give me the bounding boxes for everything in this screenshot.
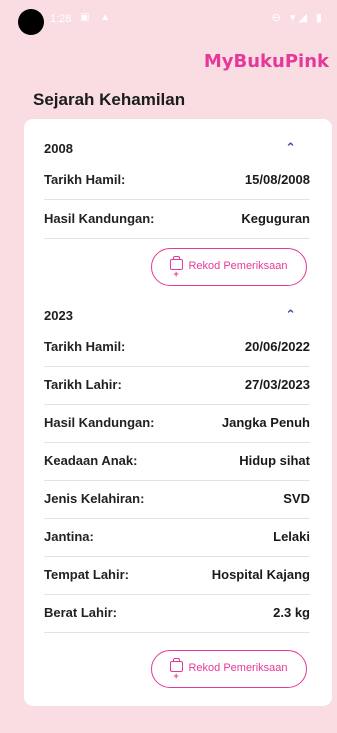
calendar-add-icon: [170, 256, 184, 292]
record-year: 2008: [44, 141, 73, 156]
field-label: Hasil Kandungan:: [44, 415, 155, 430]
field-value: 15/08/2008: [244, 172, 310, 187]
field-label: Keadaan Anak:: [44, 453, 138, 468]
field-label: Hasil Kandungan:: [44, 211, 155, 226]
field-row: Tempat Lahir: Hospital Kajang: [44, 556, 310, 595]
status-bar: 1:28 ▣ ▲ ⊖ ▾◢ ▮: [0, 0, 337, 40]
field-value: Hidup sihat: [239, 453, 310, 468]
field-value: 2.3 kg: [273, 605, 310, 620]
field-label: Berat Lahir:: [44, 605, 117, 620]
notification-icons: ▣ ▲: [80, 12, 115, 23]
field-row: Hasil Kandungan: Keguguran: [44, 200, 310, 239]
field-row: Keadaan Anak: Hidup sihat: [44, 442, 310, 481]
field-value: Hospital Kajang: [211, 567, 310, 582]
field-row: Berat Lahir: 2.3 kg: [44, 594, 310, 633]
rekod-pemeriksaan-button-2023[interactable]: Rekod Pemeriksaan: [151, 650, 307, 694]
field-label: Tarikh Hamil:: [44, 339, 126, 354]
page-title: Sejarah Kehamilan: [33, 90, 186, 109]
record-header-2023[interactable]: 2023 ⌃: [44, 308, 310, 328]
status-time: 1:28: [50, 13, 72, 25]
record-year: 2023: [44, 308, 73, 323]
field-value: 20/06/2022: [244, 339, 310, 354]
camera-cutout: [18, 9, 44, 35]
chevron-up-icon[interactable]: ⌃: [285, 308, 296, 323]
field-label: Tempat Lahir:: [44, 567, 129, 582]
rekod-pemeriksaan-button-2008[interactable]: Rekod Pemeriksaan: [151, 248, 307, 292]
field-row: Jantina: Lelaki: [44, 518, 310, 557]
field-row: Tarikh Hamil: 15/08/2008: [44, 161, 310, 200]
field-value: 27/03/2023: [244, 377, 310, 392]
field-row: Tarikh Lahir: 27/03/2023: [44, 366, 310, 405]
record-header-2008[interactable]: 2008 ⌃: [44, 141, 310, 161]
field-label: Tarikh Lahir:: [44, 377, 122, 392]
field-value: Jangka Penuh: [221, 415, 310, 430]
app-brand-logo: MyBukuPink: [203, 51, 329, 72]
field-label: Jantina:: [44, 529, 94, 544]
button-label: Rekod Pemeriksaan: [188, 260, 288, 272]
field-value: Keguguran: [241, 211, 310, 226]
button-label: Rekod Pemeriksaan: [188, 662, 288, 674]
system-status-icons: ⊖ ▾◢ ▮: [271, 12, 325, 24]
field-label: Tarikh Hamil:: [44, 172, 126, 187]
calendar-add-icon: [170, 658, 184, 694]
field-row: Tarikh Hamil: 20/06/2022: [44, 328, 310, 367]
history-card: 2008 ⌃ Tarikh Hamil: 15/08/2008 Hasil Ka…: [24, 119, 332, 706]
field-value: SVD: [283, 491, 310, 506]
field-value: Lelaki: [273, 529, 310, 544]
chevron-up-icon[interactable]: ⌃: [285, 141, 296, 156]
field-row: Hasil Kandungan: Jangka Penuh: [44, 404, 310, 443]
field-label: Jenis Kelahiran:: [44, 491, 145, 506]
field-row: Jenis Kelahiran: SVD: [44, 480, 310, 519]
